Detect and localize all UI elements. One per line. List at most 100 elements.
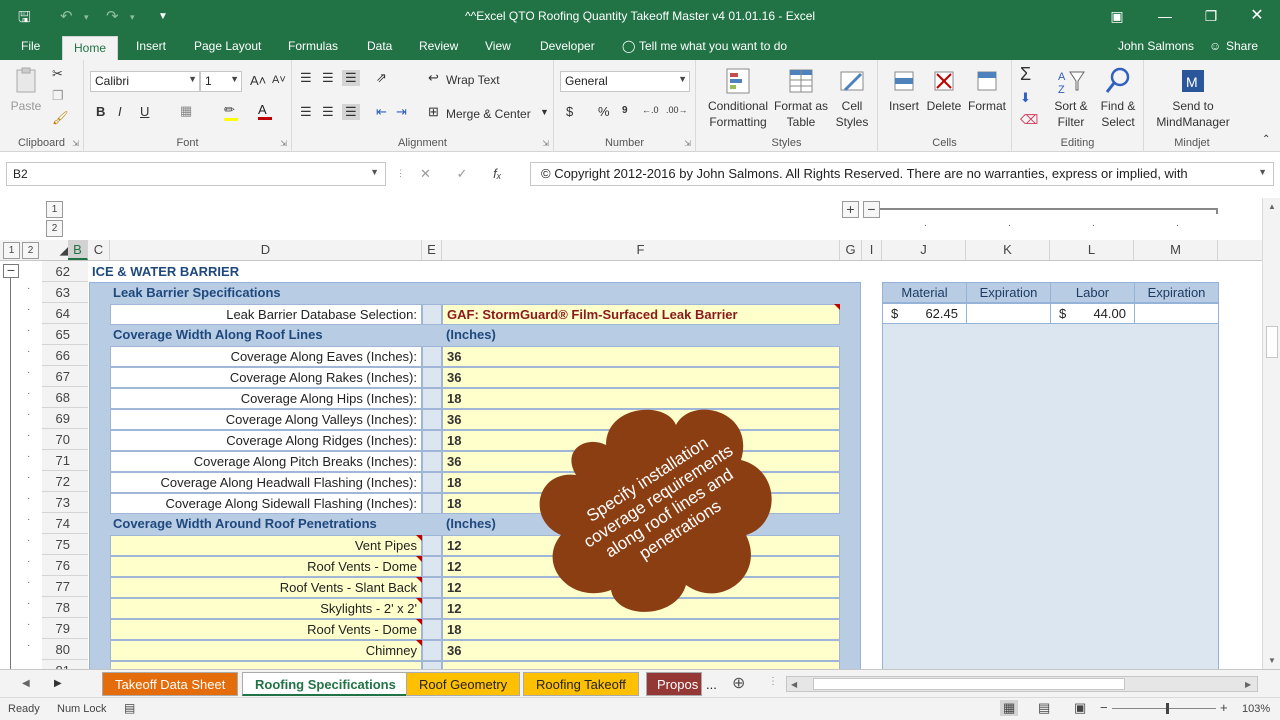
column-header-e[interactable]: E xyxy=(422,240,442,260)
penetration-label[interactable]: Chimney xyxy=(110,640,422,661)
fill-icon[interactable]: ⬇ xyxy=(1020,90,1031,106)
delete-cells-button[interactable]: Delete xyxy=(924,66,964,114)
send-to-mindmanager-button[interactable]: M Send to MindManager xyxy=(1148,66,1238,130)
column-header-l[interactable]: L xyxy=(1050,240,1134,260)
scroll-up-icon[interactable]: ▲ xyxy=(1268,202,1276,211)
tab-data[interactable]: Data xyxy=(367,39,392,53)
tell-me-search[interactable]: Tell me what you want to do xyxy=(639,39,787,53)
tab-review[interactable]: Review xyxy=(419,39,458,53)
column-header-d[interactable]: D xyxy=(110,240,422,260)
cut-icon[interactable]: ✂ xyxy=(52,66,63,82)
cancel-icon[interactable]: ✕ xyxy=(420,166,431,181)
column-header-c[interactable]: C xyxy=(88,240,110,260)
collapse-group-icon[interactable]: − xyxy=(3,263,19,278)
share-button[interactable]: Share xyxy=(1226,39,1258,53)
grow-font-icon[interactable]: A˄ xyxy=(250,73,266,88)
tab-formulas[interactable]: Formulas xyxy=(288,39,338,53)
comma-icon[interactable]: 9 xyxy=(622,105,628,116)
row-header[interactable]: 71 xyxy=(42,450,88,471)
penetration-value[interactable]: 18 xyxy=(442,619,840,640)
split-handle-icon[interactable]: ⋮ xyxy=(768,676,778,687)
number-launcher-icon[interactable]: ⇲ xyxy=(684,139,691,148)
orientation-icon[interactable]: ⇗ xyxy=(376,70,387,86)
tab-view[interactable]: View xyxy=(485,39,511,53)
alignment-launcher-icon[interactable]: ⇲ xyxy=(542,139,549,148)
more-options-icon[interactable]: ⋮ xyxy=(396,168,405,179)
fill-color-icon[interactable]: ✏ xyxy=(224,102,238,121)
row-header[interactable]: 75 xyxy=(42,534,88,555)
penetration-label[interactable]: Roof Vents - Slant Back xyxy=(110,577,422,598)
scroll-down-icon[interactable]: ▼ xyxy=(1268,656,1276,665)
chevron-down-icon[interactable]: ▼ xyxy=(540,107,549,117)
share-icon[interactable]: ☺ xyxy=(1209,39,1221,53)
column-header-b[interactable]: B xyxy=(68,240,88,260)
merge-center-icon[interactable]: ⊞ xyxy=(428,104,439,120)
penetration-value-partial[interactable] xyxy=(442,661,840,669)
clipboard-launcher-icon[interactable]: ⇲ xyxy=(72,139,79,148)
underline-icon[interactable]: U xyxy=(140,104,149,119)
paste-button[interactable]: Paste xyxy=(6,66,46,114)
column-header-g[interactable]: G xyxy=(840,240,862,260)
ribbon-display-icon[interactable]: ▣ xyxy=(1106,5,1128,27)
merge-center-button[interactable]: Merge & Center xyxy=(446,106,531,122)
zoom-slider-thumb[interactable] xyxy=(1166,703,1169,714)
increase-indent-icon[interactable]: ⇥ xyxy=(396,104,407,120)
tab-insert[interactable]: Insert xyxy=(136,39,166,53)
sheet-tab-roof-geometry[interactable]: Roof Geometry xyxy=(406,672,521,696)
row-header[interactable]: 64 xyxy=(42,303,88,324)
format-cells-button[interactable]: Format xyxy=(966,66,1008,114)
sheet-tab-roofing-specifications[interactable]: Roofing Specifications xyxy=(242,672,409,696)
formula-input[interactable]: © Copyright 2012-2016 by John Salmons. A… xyxy=(530,162,1274,186)
labor-expiration-cell[interactable] xyxy=(1134,303,1219,324)
decrease-decimal-icon[interactable]: .00→ xyxy=(666,105,688,115)
cell-styles-button[interactable]: Cell Styles xyxy=(830,66,874,130)
outline-row-level-1[interactable]: 1 xyxy=(46,201,63,218)
row-header[interactable]: 66 xyxy=(42,345,88,366)
tab-home[interactable]: Home xyxy=(62,36,119,62)
row-header[interactable]: 70 xyxy=(42,429,88,450)
row-header[interactable]: 73 xyxy=(42,492,88,513)
row-header[interactable]: 68 xyxy=(42,387,88,408)
align-left-icon[interactable]: ☰ xyxy=(300,104,312,120)
row-header[interactable]: 80 xyxy=(42,639,88,660)
row-header[interactable]: 77 xyxy=(42,576,88,597)
row-header[interactable]: 67 xyxy=(42,366,88,387)
sort-filter-button[interactable]: AZ Sort & Filter xyxy=(1048,66,1094,130)
row-header[interactable]: 76 xyxy=(42,555,88,576)
row-header[interactable]: 72 xyxy=(42,471,88,492)
penetration-label[interactable]: Vent Pipes xyxy=(110,535,422,556)
collapse-ribbon-icon[interactable]: ⌃ xyxy=(1262,134,1270,145)
insert-function-icon[interactable]: fₓ xyxy=(493,166,502,181)
zoom-in-icon[interactable]: + xyxy=(1220,700,1228,715)
next-sheet-icon[interactable]: ▶ xyxy=(54,678,62,689)
close-icon[interactable]: ✕ xyxy=(1246,5,1268,27)
restore-icon[interactable]: ❐ xyxy=(1200,5,1222,27)
penetration-value[interactable]: 36 xyxy=(442,640,840,661)
increase-decimal-icon[interactable]: ←.0 xyxy=(642,105,659,115)
sheet-tab-proposal[interactable]: Propos xyxy=(646,672,702,696)
expand-columns-icon[interactable]: + xyxy=(842,201,859,218)
row-header[interactable]: 65 xyxy=(42,324,88,345)
wrap-text-icon[interactable]: ↩ xyxy=(428,70,439,86)
wrap-text-button[interactable]: Wrap Text xyxy=(446,72,500,88)
decrease-indent-icon[interactable]: ⇤ xyxy=(376,104,387,120)
column-header-k[interactable]: K xyxy=(966,240,1050,260)
roof-line-value[interactable]: 36 xyxy=(442,346,840,367)
insert-cells-button[interactable]: Insert xyxy=(884,66,924,114)
align-middle-icon[interactable]: ☰ xyxy=(322,70,334,86)
autosum-icon[interactable]: Σ xyxy=(1020,64,1031,85)
align-top-icon[interactable]: ☰ xyxy=(300,70,312,86)
scroll-right-icon[interactable]: ▶ xyxy=(1245,680,1251,689)
column-header-f[interactable]: F xyxy=(442,240,840,260)
borders-icon[interactable]: ▦ xyxy=(180,103,192,119)
material-expiration-cell[interactable] xyxy=(966,303,1051,324)
prev-sheet-icon[interactable]: ◀ xyxy=(22,678,30,689)
zoom-slider[interactable] xyxy=(1112,708,1216,709)
align-bottom-icon[interactable]: ☰ xyxy=(342,70,360,86)
percent-icon[interactable]: % xyxy=(598,104,610,119)
column-header-m[interactable]: M xyxy=(1134,240,1218,260)
row-header[interactable]: 79 xyxy=(42,618,88,639)
enter-icon[interactable]: ✓ xyxy=(457,166,468,181)
penetration-label-partial[interactable] xyxy=(110,661,422,669)
font-name-select[interactable]: Calibri ▼ xyxy=(90,71,200,92)
